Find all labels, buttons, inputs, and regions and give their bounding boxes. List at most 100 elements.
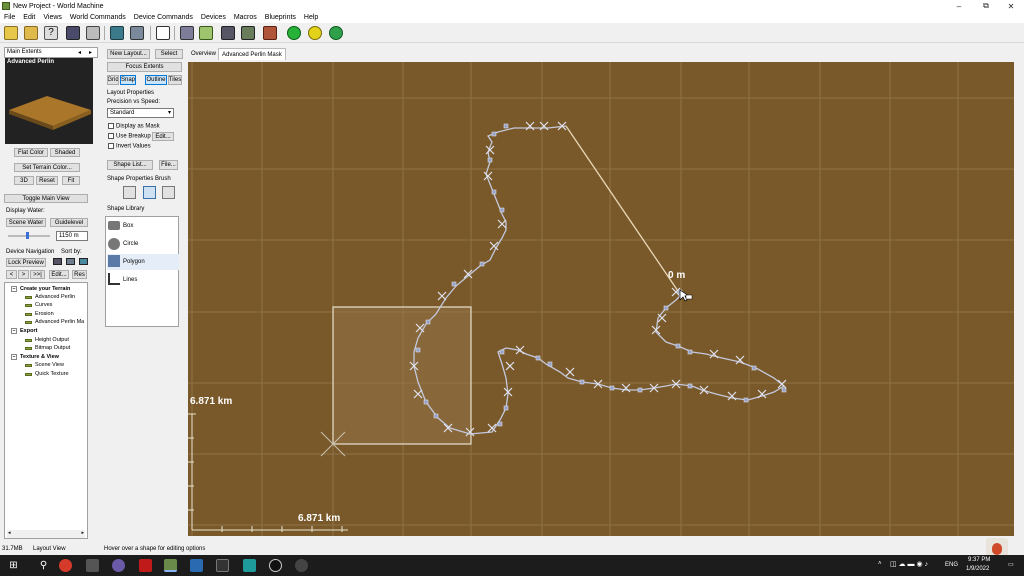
shaded-button[interactable]: Shaded — [50, 148, 80, 157]
brush-select-icon[interactable] — [123, 186, 136, 199]
menu-views[interactable]: Views — [39, 14, 66, 21]
shape-library-list[interactable]: Box Circle Polygon Lines — [105, 216, 179, 327]
3d-button[interactable]: 3D — [14, 176, 34, 185]
unreal-icon[interactable] — [269, 559, 282, 572]
toggle-main-view-button[interactable]: Toggle Main View — [4, 194, 88, 203]
outline-toggle[interactable]: Outline — [145, 75, 167, 85]
shape-box-label[interactable]: Box — [123, 223, 133, 229]
new-project-icon[interactable] — [4, 26, 18, 40]
tiles-toggle[interactable]: Tiles — [168, 75, 182, 85]
search-icon[interactable]: ⚲ — [37, 559, 50, 572]
menu-device-commands[interactable]: Device Commands — [130, 14, 197, 21]
brush-pen-icon[interactable] — [143, 186, 156, 199]
tree-item[interactable]: Scene View — [25, 361, 64, 369]
menu-macros[interactable]: Macros — [230, 14, 261, 21]
arrow-left-icon[interactable]: ◂ — [78, 49, 81, 56]
explorer-icon[interactable] — [130, 26, 144, 40]
tree-hscrollbar[interactable]: ◂ ▸ — [7, 530, 85, 538]
composite-icon[interactable] — [263, 26, 277, 40]
edit-device-button[interactable]: Edit... — [49, 270, 69, 279]
tab-overview[interactable]: Overview — [188, 48, 219, 60]
sort-group-icon[interactable] — [79, 258, 88, 265]
chrome-icon[interactable] — [59, 559, 72, 572]
use-breakup-checkbox[interactable]: Use Breakup — [108, 133, 151, 140]
unity-icon[interactable] — [86, 559, 99, 572]
discord-icon[interactable] — [112, 559, 125, 572]
shape-circle-label[interactable]: Circle — [123, 241, 138, 247]
menu-world-commands[interactable]: World Commands — [66, 14, 130, 21]
sort-type-icon[interactable] — [53, 258, 62, 265]
clock-time[interactable]: 9:37 PM — [968, 557, 990, 563]
shape-lines-label[interactable]: Lines — [123, 277, 137, 283]
m-app-icon[interactable] — [243, 559, 256, 572]
yellow-build-icon[interactable] — [308, 26, 322, 40]
tray-icons[interactable]: ◫ ☁ ▬ ◉ ♪ — [890, 560, 928, 568]
menu-edit[interactable]: Edit — [19, 14, 39, 21]
scene-water-button[interactable]: Scene Water — [6, 218, 46, 227]
terrain-icon[interactable] — [221, 26, 235, 40]
breakup-edit-button[interactable]: Edit... — [152, 132, 174, 141]
layout-icon[interactable] — [156, 26, 170, 40]
layout-svg[interactable] — [188, 62, 1014, 536]
invert-values-checkbox[interactable]: Invert Values — [108, 143, 151, 150]
photos-icon[interactable] — [190, 559, 203, 572]
language-indicator[interactable]: ENG — [945, 562, 958, 568]
layout-canvas[interactable]: 6.871 km 6.871 km 0 m — [188, 62, 1014, 536]
tree-item[interactable]: Advanced Perlin Ma — [25, 318, 84, 326]
guidelevel-button[interactable]: Guidelevel — [50, 218, 88, 227]
menu-blueprints[interactable]: Blueprints — [261, 14, 300, 21]
fit-button[interactable]: Fit — [62, 176, 80, 185]
tree-item[interactable]: Quick Texture — [25, 370, 69, 378]
tree-group[interactable]: – Export — [11, 327, 37, 335]
maximize-button[interactable]: ⧉ — [973, 0, 999, 12]
select-button[interactable]: Select — [155, 49, 183, 59]
precision-select[interactable]: Standard ▾ — [107, 108, 174, 118]
grid-toggle[interactable]: Grid — [107, 75, 119, 85]
device-tree[interactable]: – Create your Terrain Advanced Perlin Cur… — [4, 282, 88, 539]
res-button[interactable]: Res — [72, 270, 87, 279]
water-level-slider[interactable] — [8, 232, 50, 239]
menu-file[interactable]: File — [0, 14, 19, 21]
tray-chevron-icon[interactable]: ˄ — [878, 561, 882, 567]
shape-list-button[interactable]: Shape List... — [107, 160, 153, 170]
texture-icon[interactable] — [241, 26, 255, 40]
clock-date[interactable]: 1/9/2022 — [966, 566, 989, 572]
tree-group[interactable]: – Texture & View — [11, 353, 59, 361]
tab-advanced-perlin-mask[interactable]: Advanced Perlin Mask — [218, 48, 286, 60]
acrobat-icon[interactable] — [139, 559, 152, 572]
lock-preview-button[interactable]: Lock Preview — [6, 258, 46, 267]
green-build-icon[interactable] — [287, 26, 301, 40]
reset-button[interactable]: Reset — [36, 176, 58, 185]
world-machine-taskbar-icon[interactable] — [164, 559, 177, 572]
tree-item[interactable]: Advanced Perlin — [25, 293, 75, 301]
device-view-icon[interactable] — [180, 26, 194, 40]
preview-3d-view[interactable]: Advanced Perlin — [5, 58, 93, 144]
minimize-button[interactable]: – — [946, 0, 972, 12]
set-terrain-color-button[interactable]: Set Terrain Color... — [14, 163, 80, 172]
prev-device-button[interactable]: < — [6, 270, 17, 279]
sort-order-icon[interactable] — [66, 258, 75, 265]
settings-app-icon[interactable] — [295, 559, 308, 572]
snap-toggle[interactable]: Snap — [120, 75, 136, 85]
shape-polygon-label[interactable]: Polygon — [123, 259, 145, 265]
display-as-mask-checkbox[interactable]: Display as Mask — [108, 123, 160, 130]
open-icon[interactable] — [24, 26, 38, 40]
tree-item[interactable]: Curves — [25, 301, 52, 309]
tree-item[interactable]: Bitmap Output — [25, 344, 70, 352]
terminal-icon[interactable] — [216, 559, 229, 572]
slider-thumb[interactable] — [26, 232, 29, 239]
next-device-button[interactable]: > — [18, 270, 29, 279]
tool-icon[interactable] — [86, 26, 100, 40]
windows-start-icon[interactable]: ⊞ — [7, 559, 20, 572]
new-layout-button[interactable]: New Layout... — [107, 49, 150, 59]
render-icon[interactable] — [199, 26, 213, 40]
menu-help[interactable]: Help — [300, 14, 322, 21]
arrow-right-icon[interactable]: ▸ — [89, 49, 92, 56]
flat-color-button[interactable]: Flat Color — [14, 148, 48, 157]
help-icon[interactable]: ? — [44, 26, 58, 40]
focus-extents-button[interactable]: Focus Extents — [107, 62, 182, 72]
tree-item[interactable]: Erosion — [25, 310, 54, 318]
build-icon[interactable] — [110, 26, 124, 40]
water-level-input[interactable]: 1150 m — [56, 231, 88, 241]
save-icon[interactable] — [66, 26, 80, 40]
